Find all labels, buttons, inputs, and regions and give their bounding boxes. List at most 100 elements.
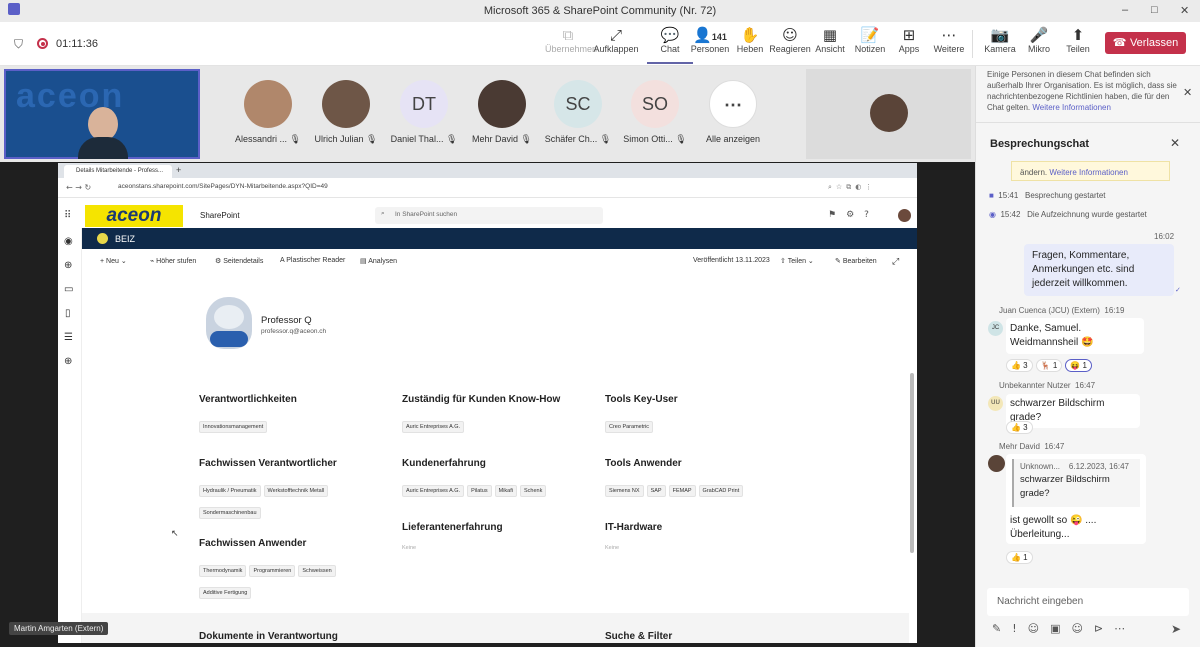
news-icon[interactable]: ▭	[64, 284, 73, 295]
presenter-video[interactable]: aceon	[4, 69, 200, 159]
window-title: Microsoft 365 & SharePoint Community (Nr…	[483, 5, 717, 17]
more-icon: ⋯	[941, 26, 957, 44]
participant-tile[interactable]: Alessandri ... 🎙	[233, 80, 303, 145]
leave-button[interactable]: ☎ Verlassen	[1105, 32, 1186, 54]
user-avatar[interactable]	[898, 209, 911, 222]
shared-screen[interactable]: Details Mitarbeitende - Profess... + ← →…	[58, 163, 917, 643]
tag-chip[interactable]: Additive Fertigung	[199, 587, 252, 599]
tag-chip[interactable]: Schenk	[520, 485, 547, 497]
banner-link[interactable]: Weitere Informationen	[1049, 168, 1128, 177]
reaction-chip[interactable]: 👍 3	[1006, 421, 1033, 434]
popout-button[interactable]: ⤢ Aufklappen	[593, 26, 639, 54]
reaction-chip[interactable]: 👍 3	[1006, 359, 1033, 372]
reaction-chip[interactable]: 😝 1	[1065, 359, 1092, 372]
browser-tab[interactable]: Details Mitarbeitende - Profess...	[64, 165, 172, 178]
new-tab-icon[interactable]: +	[176, 165, 181, 175]
seen-icon: ✓	[1175, 287, 1181, 294]
tag-chip[interactable]: Auric Entreprises A.G.	[402, 421, 465, 433]
participant-tile[interactable]: SC Schäfer Ch... 🎙	[543, 80, 613, 145]
section-customer-experience: Kundenerfahrung Auric Entreprises A.G. Pil…	[402, 458, 592, 501]
files-icon[interactable]: ▯	[65, 308, 71, 319]
quoted-message[interactable]: Unknown... 6.12.2023, 16:47 schwarzer Bi…	[1012, 459, 1140, 507]
event-recording-started: ◉ 15:42 Die Aufzeichnung wurde gestartet	[989, 210, 1147, 219]
tag-chip[interactable]: Werkstofftechnik Metall	[263, 485, 329, 497]
share-page-button[interactable]: ⇧ Teilen ⌄	[780, 257, 814, 265]
participant-tile[interactable]: SO Simon Otti... 🎙	[620, 80, 690, 145]
tag-chip[interactable]: GrabCAD Print	[698, 485, 744, 497]
record-icon: ◉	[989, 210, 996, 219]
mic-muted-icon: 🎙	[366, 134, 378, 144]
promote-button[interactable]: ⌁ Höher stufen	[150, 257, 196, 265]
create-icon[interactable]: ⊕	[64, 356, 72, 367]
message-input[interactable]: Nachricht eingeben	[987, 588, 1189, 616]
nav-back-icon[interactable]: ← → ↻	[66, 183, 91, 192]
tag-chip[interactable]: Creo Parametric	[605, 421, 654, 433]
participant-tile[interactable]: Mehr David 🎙	[467, 80, 537, 145]
send-icon[interactable]: ➤	[1171, 622, 1181, 636]
page-details-button[interactable]: ⚙ Seitendetails	[215, 257, 263, 265]
own-video-tile[interactable]	[806, 69, 971, 159]
site-title[interactable]: BEIZ	[115, 234, 135, 244]
mic-muted-icon: 🎙	[599, 134, 612, 144]
compose-toolbar[interactable]: ✎!☺▣☺⊳⋯	[992, 622, 1136, 635]
tag-chip[interactable]: Thermodynamik	[199, 565, 247, 577]
waffle-icon[interactable]: ⠿	[64, 210, 71, 221]
reaction-chip[interactable]: 🦌 1	[1035, 359, 1063, 372]
edit-button[interactable]: ✎ Bearbeiten	[835, 257, 877, 265]
app-name[interactable]: SharePoint	[200, 211, 240, 220]
fullscreen-icon[interactable]: ⤢	[892, 256, 899, 267]
people-count: 141	[711, 32, 727, 42]
presenter-face	[88, 107, 118, 141]
takeover-button[interactable]: ⧉ Übernehmen	[545, 26, 597, 54]
site-logo-icon	[97, 233, 108, 244]
reaction-chip[interactable]: 👍 1	[1006, 551, 1033, 564]
hangup-icon: ☎	[1112, 36, 1130, 49]
reactions: 👍 3 🦌 1 😝 1	[1006, 355, 1095, 373]
tag-chip[interactable]: Sondermaschinenbau	[199, 507, 261, 519]
lists-icon[interactable]: ☰	[64, 332, 73, 343]
globe-icon[interactable]: ⊕	[64, 260, 72, 271]
page-scrollbar[interactable]	[910, 373, 914, 553]
tag-chip[interactable]: FEMAP	[668, 485, 696, 497]
page-canvas: Professor Q professor.q@aceon.ch Verantw…	[82, 273, 909, 613]
message-bubble[interactable]: Danke, Samuel. Weidmannsheil 🤩	[1006, 318, 1144, 354]
avatar	[322, 80, 370, 128]
own-message[interactable]: Fragen, Kommentare, Anmerkungen etc. sin…	[1024, 244, 1174, 296]
minimize-button[interactable]: –	[1122, 4, 1128, 16]
presenter-name-label: Martin Amgarten (Extern)	[9, 622, 109, 635]
share-icon: ⬆	[1071, 26, 1085, 44]
tag-chip[interactable]: Siemens NX	[605, 485, 644, 497]
close-chat-icon[interactable]: ✕	[1170, 136, 1180, 150]
mic-muted-icon: 🎙	[520, 134, 532, 144]
message-bubble[interactable]: Unknown... 6.12.2023, 16:47 schwarzer Bi…	[1006, 454, 1146, 544]
participant-tile[interactable]: Ulrich Julian 🎙	[311, 80, 381, 145]
analytics-button[interactable]: ▤ Analysen	[360, 257, 397, 265]
close-notice-icon[interactable]: ✕	[1183, 86, 1192, 99]
browser-tools-icon[interactable]: ⌕☆⧉◐⋮	[828, 183, 876, 192]
participant-tile[interactable]: DT Daniel Thal... 🎙	[389, 80, 459, 145]
tag-chip[interactable]: Auric Entreprises A.G.	[402, 485, 465, 497]
published-date: Veröffentlicht 13.11.2023	[693, 257, 770, 264]
close-window-button[interactable]: ✕	[1180, 4, 1189, 17]
show-all-button[interactable]: ⋯ Alle anzeigen	[698, 80, 768, 144]
notice-link[interactable]: Weitere Informationen	[1032, 103, 1111, 112]
more-button[interactable]: ⋯ Weitere	[926, 26, 972, 54]
maximize-button[interactable]: □	[1151, 4, 1158, 16]
url-field[interactable]: aceonstans.sharepoint.com/SitePages/DYN-…	[118, 183, 328, 190]
tag-chip[interactable]: Schweissen	[298, 565, 336, 577]
tag-chip[interactable]: Mikafi	[494, 485, 517, 497]
share-button[interactable]: ⬆ Teilen	[1055, 26, 1101, 54]
new-button[interactable]: + Neu ⌄	[100, 257, 127, 265]
tag-chip[interactable]: Programmieren	[249, 565, 296, 577]
sharepoint-search[interactable]: ⌕ In SharePoint suchen	[375, 207, 603, 224]
home-icon[interactable]: ◉	[64, 236, 73, 247]
tag-chip[interactable]: Innovationsmanagement	[199, 421, 268, 433]
tag-chip[interactable]: Hydraulik / Pneumatik	[199, 485, 261, 497]
tag-chip[interactable]: SAP	[646, 485, 666, 497]
shield-icon: ⛉	[14, 37, 24, 51]
section-expertise-user: Fachwissen Anwender Thermodynamik Programm…	[199, 538, 389, 603]
suitebar-icons[interactable]: ⚑⚙?	[828, 210, 879, 220]
immersive-reader-button[interactable]: A Plastischer Reader	[280, 257, 345, 264]
tag-chip[interactable]: Pilatus	[467, 485, 492, 497]
section-it-hardware: IT-Hardware Keine	[605, 522, 663, 551]
